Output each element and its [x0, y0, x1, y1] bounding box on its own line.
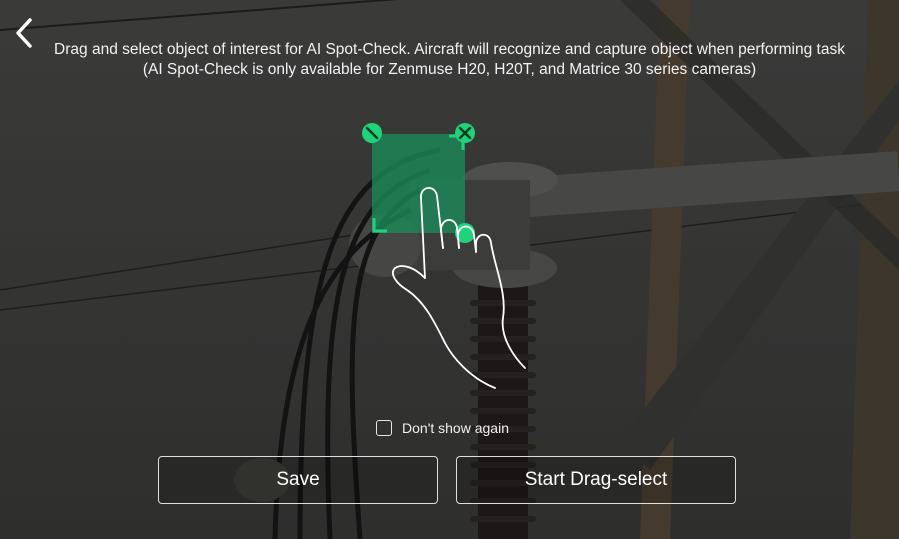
resize-icon[interactable] [362, 123, 382, 143]
drag-select-illustration [362, 123, 526, 389]
dont-show-again-checkbox[interactable] [376, 420, 393, 436]
dont-show-again-label: Don't show again [402, 420, 509, 436]
instruction-line-1: Drag and select object of interest for A… [54, 41, 845, 58]
close-icon[interactable] [455, 123, 475, 143]
dont-show-again-row[interactable]: Don't show again [0, 420, 899, 436]
selection-box [372, 134, 465, 233]
instruction-line-2: (AI Spot-Check is only available for Zen… [142, 61, 757, 78]
start-drag-select-button[interactable]: Start Drag-select [456, 456, 736, 504]
save-button[interactable]: Save [158, 456, 438, 504]
instructions: Drag and select object of interest for A… [0, 40, 899, 80]
